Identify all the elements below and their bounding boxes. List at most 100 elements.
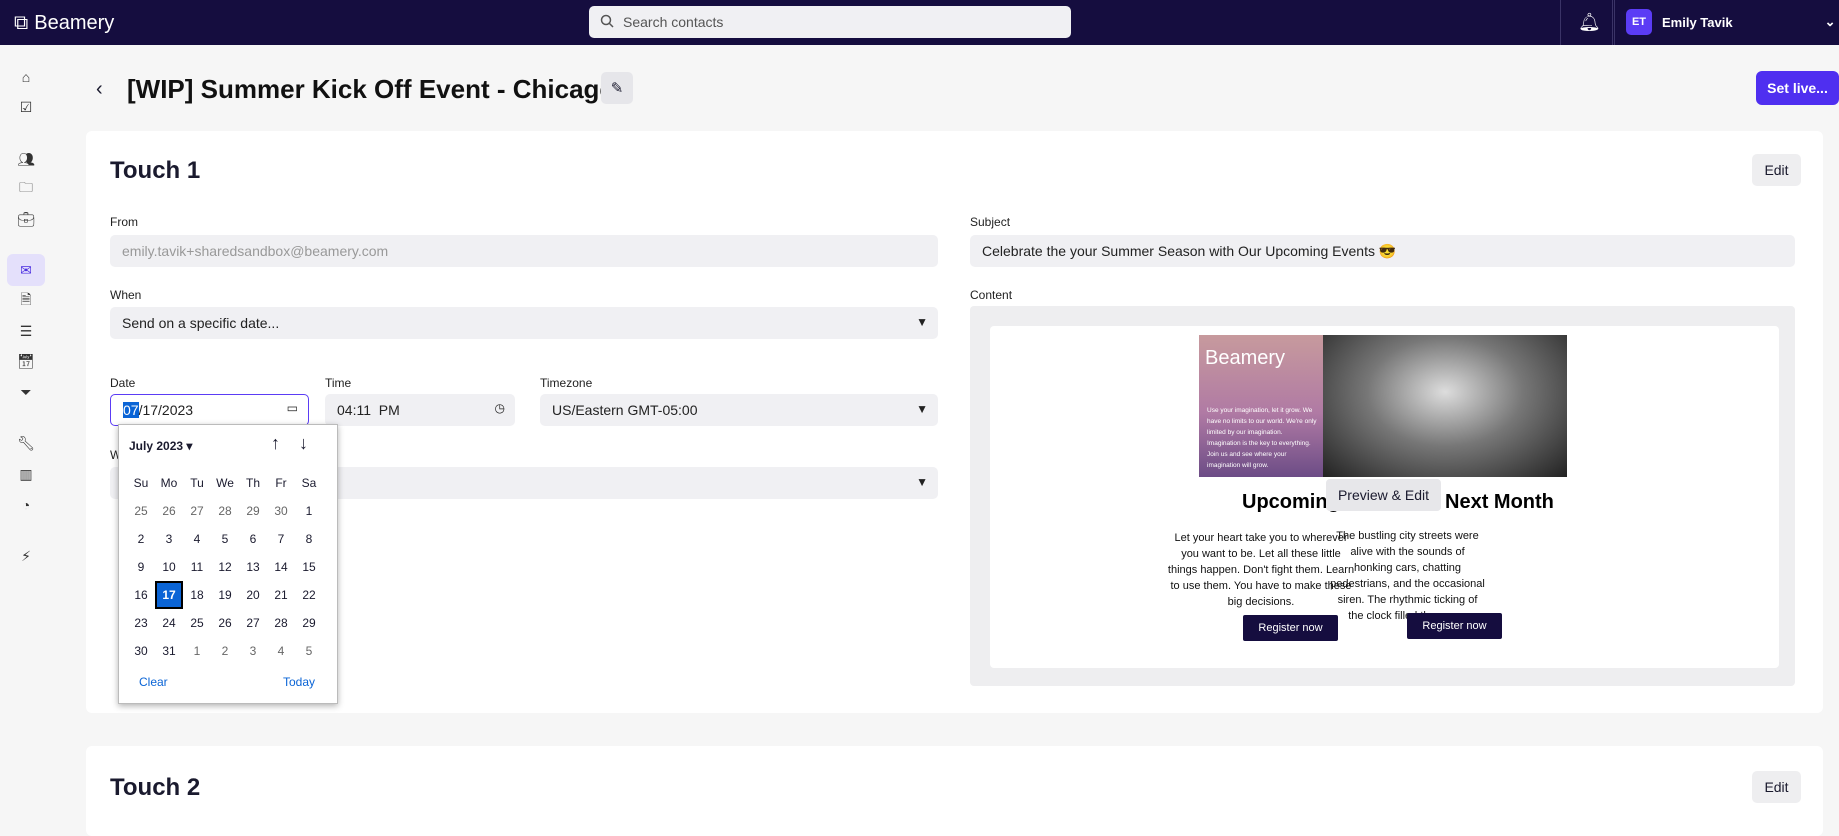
calendar-day[interactable]: 12 <box>211 553 239 581</box>
briefcase-icon[interactable]: 💼︎ <box>16 209 36 229</box>
calendar-day[interactable]: 25 <box>127 497 155 525</box>
bell-icon[interactable]: 🔔︎ <box>1578 12 1601 33</box>
calendar-day[interactable]: 17 <box>155 581 183 609</box>
calendar-day[interactable]: 28 <box>211 497 239 525</box>
date-input[interactable]: 07/17/2023 ▭ <box>110 394 309 426</box>
today-button[interactable]: Today <box>283 675 315 689</box>
calendar-day[interactable]: 20 <box>239 581 267 609</box>
calendar-day[interactable]: 4 <box>183 525 211 553</box>
edit-title-button[interactable]: ✎ <box>601 72 633 104</box>
sidebar: ⌂ ☑ 👥︎ 🗀 💼︎ ✉ 🗎 ☰ 📅︎ ⏷ 🔧︎ ▥ ◔ ⚡︎ <box>0 45 52 818</box>
edit-button[interactable]: Edit <box>1752 154 1801 186</box>
calendar-day[interactable]: 9 <box>127 553 155 581</box>
calendar-day[interactable]: 27 <box>183 497 211 525</box>
divider <box>1614 0 1615 45</box>
calendar-day[interactable]: 2 <box>127 525 155 553</box>
calendar-day[interactable]: 23 <box>127 609 155 637</box>
calendar-day[interactable]: 24 <box>155 609 183 637</box>
pie-chart-icon[interactable]: ◔ <box>16 495 36 515</box>
wrench-icon[interactable]: 🔧︎ <box>16 433 36 453</box>
calendar-day[interactable]: 14 <box>267 553 295 581</box>
contacts-icon[interactable]: 👥︎ <box>16 149 36 169</box>
calendar-day[interactable]: 10 <box>155 553 183 581</box>
set-live-button[interactable]: Set live... <box>1756 71 1839 105</box>
folder-icon[interactable]: 🗀 <box>16 179 36 199</box>
calendar-day[interactable]: 2 <box>211 637 239 665</box>
bar-chart-icon[interactable]: ▥ <box>16 464 36 484</box>
time-label: Time <box>325 376 352 390</box>
calendar-icon[interactable]: ▭ <box>287 401 298 415</box>
calendar-day[interactable]: 30 <box>267 497 295 525</box>
date-picker: July 2023 ▾ ↑ ↓ Su Mo Tu We Th Fr Sa 25 26 27 28 29… <box>118 424 338 704</box>
arrow-down-icon[interactable]: ↓ <box>299 433 308 454</box>
weekday-header: Su <box>133 476 149 490</box>
calendar-day[interactable]: 7 <box>267 525 295 553</box>
calendar-day[interactable]: 15 <box>295 553 323 581</box>
calendar-day[interactable]: 13 <box>239 553 267 581</box>
calendar-day[interactable]: 30 <box>127 637 155 665</box>
calendar-day[interactable]: 6 <box>239 525 267 553</box>
back-button[interactable]: ‹ <box>96 78 103 101</box>
user-menu[interactable]: ET Emily Tavik ⌄ <box>1626 9 1835 35</box>
register-button[interactable]: Register now <box>1243 615 1338 641</box>
calendar-day[interactable]: 18 <box>183 581 211 609</box>
calendar-day[interactable]: 26 <box>211 609 239 637</box>
weekday-header: We <box>216 476 234 490</box>
timezone-value: US/Eastern GMT-05:00 <box>552 402 698 418</box>
register-button[interactable]: Register now <box>1407 613 1502 639</box>
mail-icon[interactable]: ✉ <box>7 254 45 286</box>
lightning-icon[interactable]: ⚡︎ <box>16 546 36 566</box>
home-icon[interactable]: ⌂ <box>16 67 36 87</box>
calendar-day[interactable]: 5 <box>211 525 239 553</box>
calendar-day[interactable]: 1 <box>183 637 211 665</box>
date-label: Date <box>110 376 136 390</box>
weekday-header: Mo <box>160 476 178 490</box>
date-rest: /17/2023 <box>138 402 194 418</box>
hero-text: Use your imagination, let it grow. We ha… <box>1207 407 1317 469</box>
calendar-day[interactable]: 16 <box>127 581 155 609</box>
arrow-up-icon[interactable]: ↑ <box>271 433 280 454</box>
calendar-day[interactable]: 26 <box>155 497 183 525</box>
calendar-day[interactable]: 4 <box>267 637 295 665</box>
calendar-day[interactable]: 28 <box>267 609 295 637</box>
list-icon[interactable]: ☰ <box>16 321 36 341</box>
edit-button[interactable]: Edit <box>1752 771 1801 803</box>
clear-button[interactable]: Clear <box>139 675 168 689</box>
calendar-day[interactable]: 11 <box>183 553 211 581</box>
column-1-text: Let your heart take you to wherever you … <box>1167 532 1355 608</box>
touch-title: Touch 2 <box>110 774 201 801</box>
touch-2-card: Touch 2 Edit <box>86 746 1823 836</box>
filter-icon[interactable]: ⏷ <box>16 382 36 402</box>
from-value: emily.tavik+sharedsandbox@beamery.com <box>122 243 389 259</box>
calendar-day[interactable]: 1 <box>295 497 323 525</box>
timezone-select[interactable]: US/Eastern GMT-05:00 ▼ <box>540 394 938 426</box>
calendar-day[interactable]: 25 <box>183 609 211 637</box>
calendar-day[interactable]: 21 <box>267 581 295 609</box>
preview-edit-button[interactable]: Preview & Edit <box>1326 479 1441 511</box>
calendar-day[interactable]: 5 <box>295 637 323 665</box>
calendar-day[interactable]: 19 <box>211 581 239 609</box>
calendar-day[interactable]: 27 <box>239 609 267 637</box>
calendar-icon[interactable]: 📅︎ <box>16 351 36 371</box>
calendar-day[interactable]: 29 <box>295 609 323 637</box>
calendar-day[interactable]: 31 <box>155 637 183 665</box>
calendar-day[interactable]: 22 <box>295 581 323 609</box>
tasks-icon[interactable]: ☑ <box>16 97 36 117</box>
calendar-day[interactable]: 8 <box>295 525 323 553</box>
content-label: Content <box>970 288 1013 302</box>
time-input[interactable]: 04:11 PM ◷ <box>325 394 515 426</box>
chevron-down-icon: ⌄ <box>1824 14 1836 29</box>
document-icon[interactable]: 🗎 <box>16 291 36 311</box>
weekday-header: Fr <box>275 476 287 490</box>
search-input[interactable]: Search contacts <box>589 6 1071 38</box>
calendar-day[interactable]: 3 <box>239 637 267 665</box>
chevron-down-icon: ▼ <box>916 475 928 489</box>
column-2-text: The bustling city streets were alive wit… <box>1330 530 1485 622</box>
calendar-day[interactable]: 3 <box>155 525 183 553</box>
subject-field: Celebrate the your Summer Season with Ou… <box>970 235 1795 267</box>
when-select[interactable]: Send on a specific date... ▼ <box>110 307 938 339</box>
brand-logo[interactable]: ⧉ Beamery <box>14 12 114 35</box>
weekday-header: Tu <box>190 476 204 490</box>
month-select[interactable]: July 2023 ▾ <box>129 439 192 453</box>
calendar-day[interactable]: 29 <box>239 497 267 525</box>
